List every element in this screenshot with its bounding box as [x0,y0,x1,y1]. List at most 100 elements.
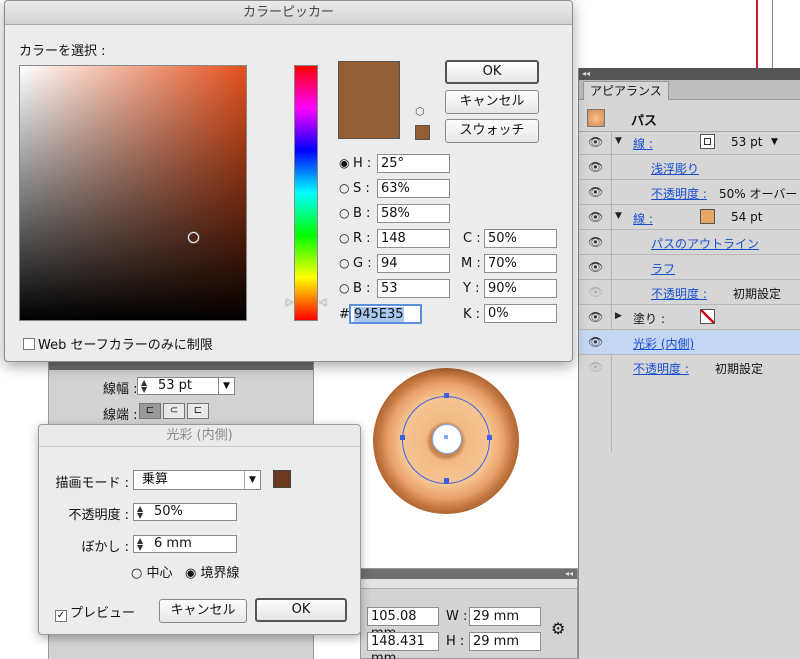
visibility-eye-icon[interactable]: 👁 [588,335,603,349]
s-radio[interactable]: ○ [339,181,349,195]
y-value: 148.431 mm [371,634,425,659]
collapse-icon[interactable]: ◂◂ [565,569,573,579]
blend-mode-select[interactable]: 乗算 ▼ [133,470,261,490]
tab-appearance[interactable]: アピアランス [583,81,669,100]
disclosure-open-icon[interactable]: ▼ [615,136,622,146]
blur-value: 6 mm [154,536,192,551]
stepper-arrows-icon[interactable]: ▲ ▼ [141,379,147,394]
k-field[interactable]: 0% [484,304,557,323]
y-field[interactable]: 148.431 mm [367,632,439,659]
ok-button[interactable]: OK [255,598,347,622]
hue-slider-left-handle[interactable]: ▷ [286,297,294,308]
anchor-point[interactable] [444,393,449,398]
r-radio[interactable]: ○ [339,231,349,245]
visibility-eye-icon[interactable]: 👁 [588,285,603,299]
blur-stepper[interactable]: ▲ ▼ 6 mm [133,535,237,553]
c-field[interactable]: 50% [484,229,557,248]
anchor-point[interactable] [400,435,405,440]
chevron-down-icon[interactable]: ▼ [771,137,778,147]
x-field[interactable]: 105.08 mm [367,607,439,641]
appearance-row-opacity3[interactable]: 👁 不透明度 : 初期設定 [579,355,800,380]
cancel-button[interactable]: キャンセル [445,90,539,114]
blue-field[interactable]: 53 [377,279,450,298]
h-radio[interactable]: ◉ [339,156,349,170]
r-field[interactable]: 148 [377,229,450,248]
hue-slider-right-handle[interactable]: ◁ [319,297,327,308]
appearance-row-emboss[interactable]: 👁 浅浮彫り [579,155,800,180]
center-radio[interactable]: ○ 中心 [131,562,173,581]
fill-none-swatch[interactable] [700,309,715,324]
websafe-checkbox[interactable]: Web セーフカラーのみに制限 [23,334,213,353]
checkmark-icon[interactable]: ✓ [55,610,67,622]
stepper-arrows-icon[interactable]: ▲ ▼ [137,537,143,552]
blue-radio[interactable]: ○ [339,281,349,295]
opacity-stepper[interactable]: ▲ ▼ 50% [133,503,237,521]
visibility-eye-icon[interactable]: 👁 [588,310,603,324]
stroke1-color-swatch[interactable] [700,134,715,149]
opacity3-link[interactable]: 不透明度 : [633,360,689,377]
h-field[interactable]: 25° [377,154,450,173]
appearance-row-fill[interactable]: 👁 ▶ 塗り : [579,305,800,330]
visibility-eye-icon[interactable]: 👁 [588,235,603,249]
stroke1-label[interactable]: 線 : [633,135,653,152]
anchor-point[interactable] [487,435,492,440]
cancel-button[interactable]: キャンセル [159,599,247,623]
emboss-effect-link[interactable]: 浅浮彫り [651,160,699,177]
s-field[interactable]: 63% [377,179,450,198]
g-radio[interactable]: ○ [339,256,349,270]
center-point[interactable] [444,435,448,439]
inner-glow-dialog: 光彩 (内側) 描画モード : 乗算 ▼ 不透明度 : ▲ ▼ 50% ぼかし :… [38,424,361,635]
appearance-row-inner-glow[interactable]: 👁 光彩 (内側) [579,330,800,355]
hex-field[interactable]: 945E35 [349,304,422,324]
disclosure-open-icon[interactable]: ▼ [615,211,622,221]
out-of-gamut-cube-icon[interactable]: ⬡ [415,105,425,118]
projecting-cap-button[interactable]: ⊏ [187,403,209,419]
visibility-eye-icon[interactable]: 👁 [588,360,603,374]
round-cap-button[interactable]: ⊂ [163,403,185,419]
checkbox-box[interactable] [23,338,35,350]
stroke2-label[interactable]: 線 : [633,210,653,227]
inner-glow-effect-link[interactable]: 光彩 (内側) [633,335,694,352]
disclosure-closed-icon[interactable]: ▶ [615,311,622,321]
glow-color-swatch[interactable] [273,470,291,488]
web-safe-color-swatch[interactable] [415,125,430,140]
preview-checkbox[interactable]: ✓ プレビュー [55,602,135,622]
hue-slider[interactable] [294,65,318,321]
saturation-brightness-field[interactable] [19,65,247,321]
appearance-row-stroke1[interactable]: 👁 ▼ 線 : 53 pt ▼ [579,130,800,155]
butt-cap-button[interactable]: ⊏ [139,403,161,419]
b-field[interactable]: 58% [377,204,450,223]
color-selection-marker[interactable] [188,232,199,243]
visibility-eye-icon[interactable]: 👁 [588,185,603,199]
m-field[interactable]: 70% [484,254,557,273]
swatches-button[interactable]: スウォッチ [445,119,539,143]
g-field[interactable]: 94 [377,254,450,273]
w-field[interactable]: 29 mm [469,607,541,626]
appearance-row-stroke2[interactable]: 👁 ▼ 線 : 54 pt [579,205,800,230]
link-proportions-icon[interactable]: ⚙ [551,619,565,638]
roughen-effect-link[interactable]: ラフ [651,260,675,277]
appearance-row-opacity2[interactable]: 👁 不透明度 : 初期設定 [579,280,800,305]
stroke2-color-swatch[interactable] [700,209,715,224]
visibility-eye-icon[interactable]: 👁 [588,135,603,149]
appearance-row-rough[interactable]: 👁 ラフ [579,255,800,280]
b-radio[interactable]: ○ [339,206,349,220]
stroke-weight-stepper[interactable]: ▲ ▼ 53 pt ▼ [137,377,235,395]
stepper-arrows-icon[interactable]: ▲ ▼ [137,505,143,520]
y-field[interactable]: 90% [484,279,557,298]
anchor-point[interactable] [444,478,449,483]
visibility-eye-icon[interactable]: 👁 [588,160,603,174]
appearance-row-opacity1[interactable]: 👁 不透明度 : 50% オーバーレイ [579,180,800,205]
opacity1-link[interactable]: 不透明度 : [651,185,707,202]
appearance-row-outline[interactable]: 👁 パスのアウトライン [579,230,800,255]
edge-radio[interactable]: ◉ 境界線 [185,562,240,581]
opacity2-link[interactable]: 不透明度 : [651,285,707,302]
ok-button[interactable]: OK [445,60,539,84]
chevron-down-icon[interactable]: ▼ [244,471,260,489]
visibility-eye-icon[interactable]: 👁 [588,210,603,224]
collapse-icon[interactable]: ◂◂ [582,68,590,80]
chevron-down-icon[interactable]: ▼ [218,378,234,394]
outline-path-effect-link[interactable]: パスのアウトライン [651,235,759,252]
h-field[interactable]: 29 mm [469,632,541,651]
visibility-eye-icon[interactable]: 👁 [588,260,603,274]
